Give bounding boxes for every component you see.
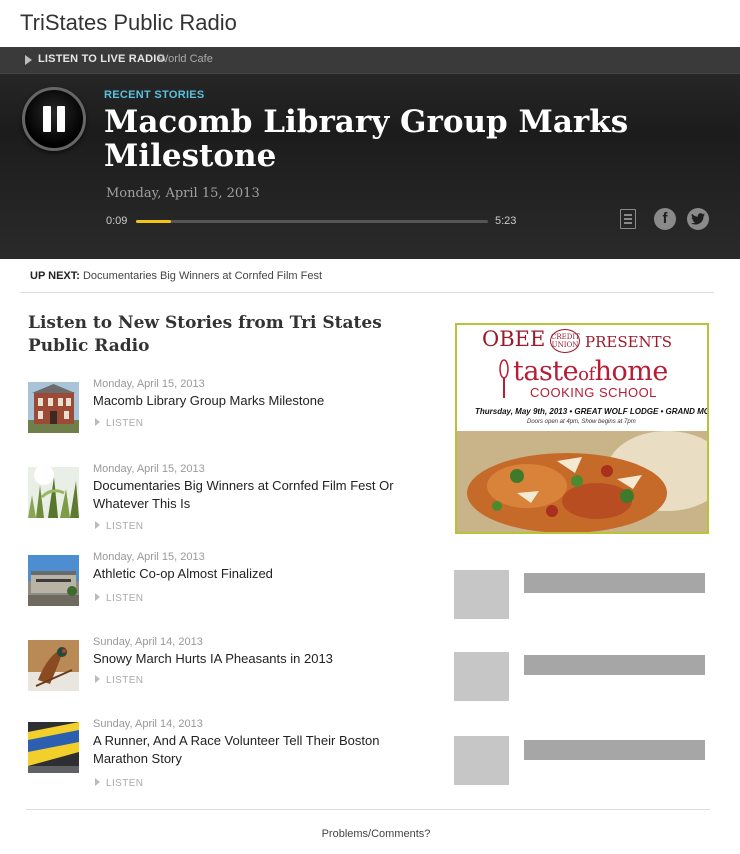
total-duration: 5:23 [495,215,517,227]
listen-button[interactable]: LISTEN [95,521,143,532]
problems-comments-link[interactable]: Problems/Comments? [0,828,740,840]
audio-player: LISTEN TO LIVE RADIO World Cafe RECENT S… [0,47,740,259]
ad-presents: PRESENTS [585,333,672,351]
story-date: Monday, April 15, 2013 [93,463,205,475]
story-date: Monday, April 15, 2013 [93,551,205,563]
story-title[interactable]: Snowy March Hurts IA Pheasants in 2013 [93,650,413,668]
recent-stories-label[interactable]: RECENT STORIES [104,89,205,101]
progress-fill [136,220,172,223]
story-title[interactable]: Macomb Library Group Marks Milestone [93,392,413,410]
listen-button[interactable]: LISTEN [95,418,143,429]
divider [20,292,714,293]
up-next-title[interactable]: Documentaries Big Winners at Cornfed Fil… [83,270,322,282]
twitter-icon[interactable] [687,208,709,230]
ad-brand: OBEE [482,327,546,351]
elapsed-time: 0:09 [106,215,128,227]
now-playing-date: Monday, April 15, 2013 [106,186,260,201]
whisk-icon [499,359,509,398]
play-icon[interactable] [25,55,32,65]
now-playing-title: Macomb Library Group Marks Milestone [104,104,629,174]
story-title[interactable]: Documentaries Big Winners at Cornfed Fil… [93,477,413,513]
placeholder-text-bar [524,740,705,760]
story-thumbnail[interactable] [28,640,79,691]
listen-button[interactable]: LISTEN [95,593,143,604]
pause-icon [43,106,51,132]
story-title[interactable]: Athletic Co-op Almost Finalized [93,565,413,583]
placeholder-thumbnail [454,736,509,785]
listen-button[interactable]: LISTEN [95,778,143,789]
placeholder-text-bar [524,655,705,675]
story-date: Sunday, April 14, 2013 [93,636,203,648]
placeholder-text-bar [524,573,705,593]
ad-subtitle: COOKING SCHOOL [530,385,657,400]
story-thumbnail[interactable] [28,382,79,433]
placeholder-thumbnail [454,570,509,619]
divider [26,809,710,810]
ad-credit-union-badge: CREDIT UNION [550,329,580,353]
ad-doors-line: Doors open at 4pm, Show begins at 7pm [527,419,636,425]
transcript-icon[interactable] [620,209,636,229]
listen-button[interactable]: LISTEN [95,675,143,686]
live-radio-bar[interactable]: LISTEN TO LIVE RADIO World Cafe [0,47,740,74]
story-date: Monday, April 15, 2013 [93,378,205,390]
story-thumbnail[interactable] [28,467,79,518]
story-thumbnail[interactable] [28,555,79,606]
up-next-label: UP NEXT: [30,270,80,282]
section-title: Listen to New Stories from Tri States Pu… [28,313,382,356]
ad-food-photo [457,431,707,532]
facebook-icon[interactable]: f [654,208,676,230]
up-next[interactable]: UP NEXT: Documentaries Big Winners at Co… [30,270,322,282]
ad-event-line: Thursday, May 9th, 2013 • GREAT WOLF LOD… [475,407,709,416]
live-station-name: World Cafe [158,53,213,65]
story-thumbnail[interactable] [28,722,79,773]
listen-live-label[interactable]: LISTEN TO LIVE RADIO [38,53,165,65]
advertisement-banner[interactable]: OBEE CREDIT UNION PRESENTS tasteofhome C… [455,323,709,534]
story-title[interactable]: A Runner, And A Race Volunteer Tell Thei… [93,732,413,768]
story-date: Sunday, April 14, 2013 [93,718,203,730]
pause-button[interactable] [22,87,86,151]
site-title[interactable]: TriStates Public Radio [20,10,237,36]
progress-bar[interactable] [136,220,488,223]
ad-logo: tasteofhome [513,356,668,387]
placeholder-thumbnail [454,652,509,701]
